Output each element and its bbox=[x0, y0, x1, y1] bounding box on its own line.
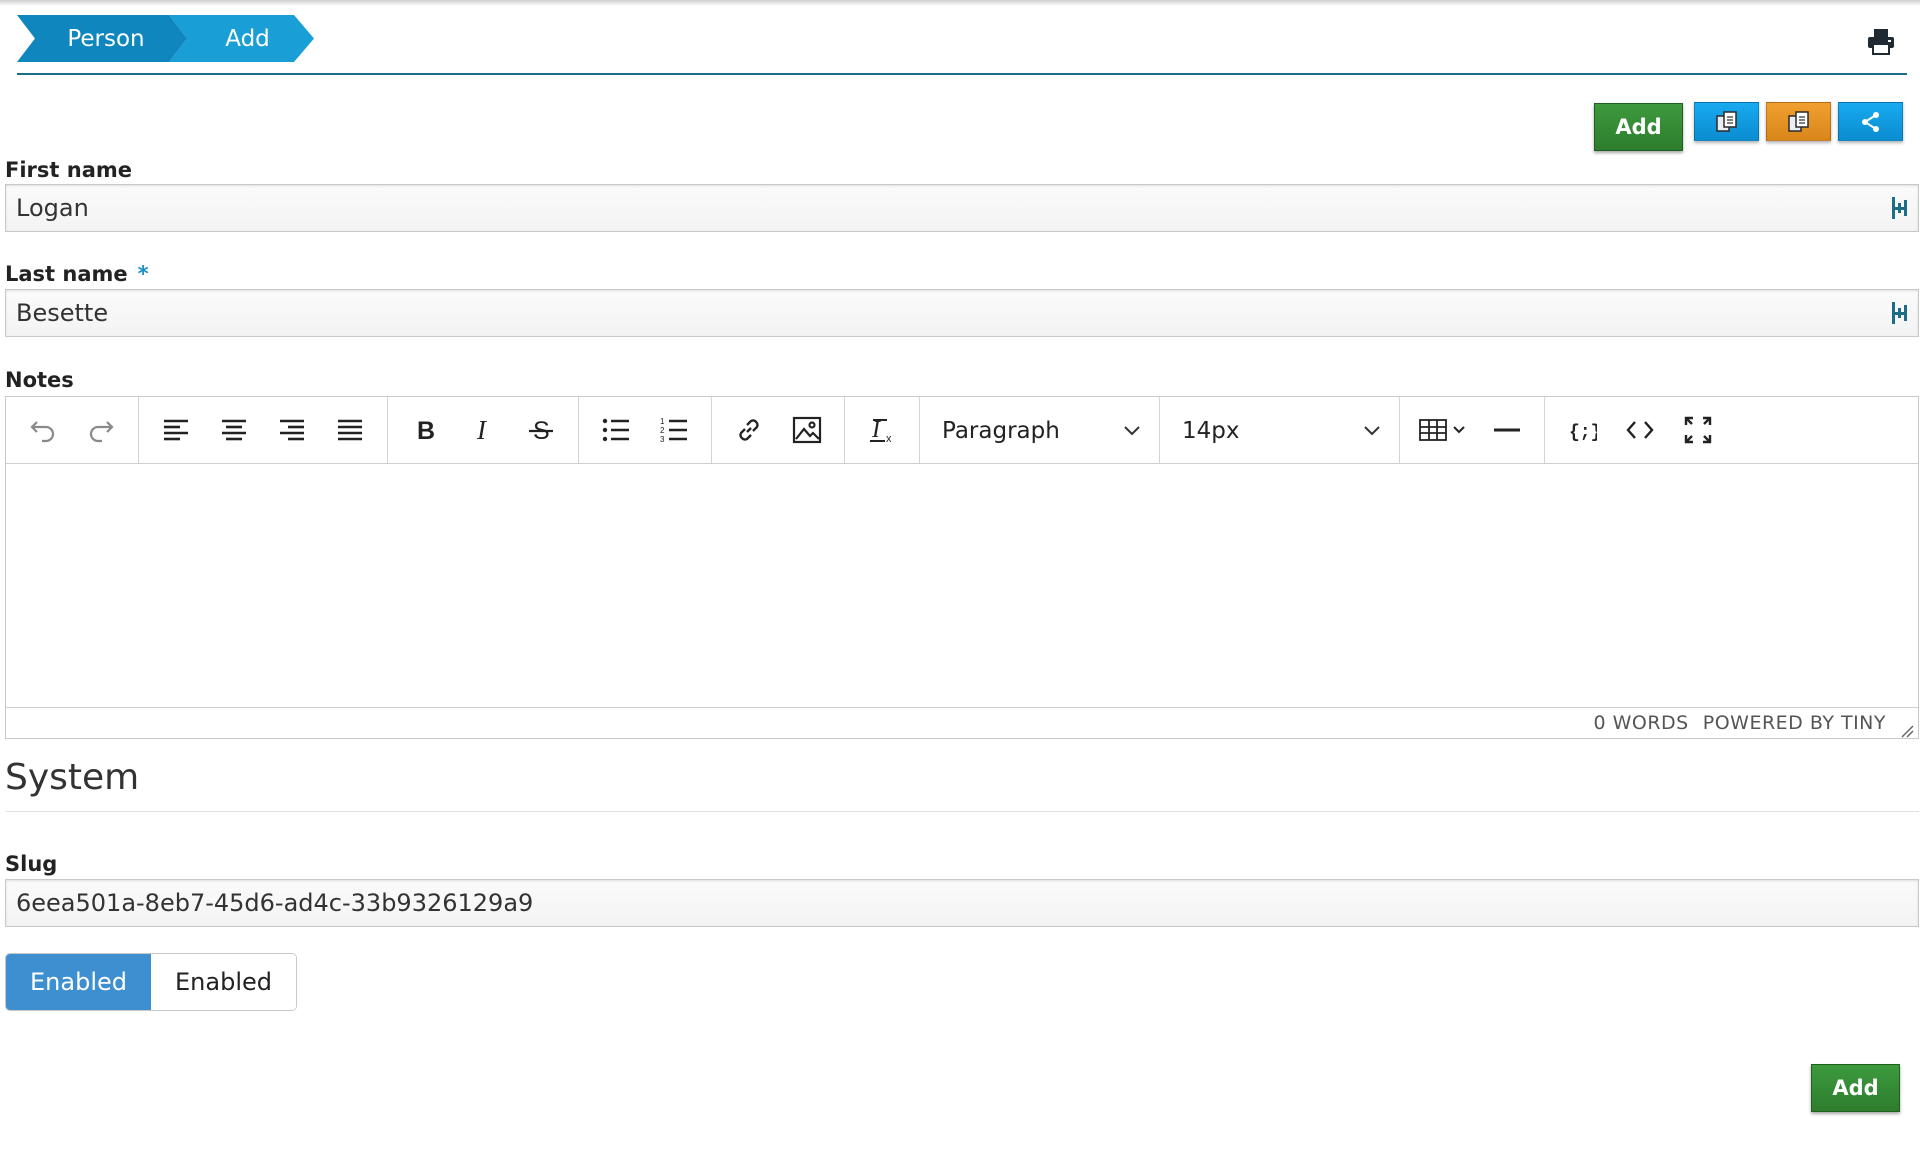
toggle-off-option[interactable]: Enabled bbox=[151, 954, 296, 1010]
table-icon[interactable] bbox=[1408, 405, 1478, 455]
print-icon[interactable] bbox=[1866, 28, 1896, 56]
align-justify-icon[interactable] bbox=[321, 405, 379, 455]
notes-editor: B I S 123 Ix Paragraph 14px {; 0 WORDS P… bbox=[5, 396, 1919, 739]
block-format-value: Paragraph bbox=[942, 417, 1060, 444]
top-shadow bbox=[0, 0, 1920, 6]
svg-text:x: x bbox=[886, 433, 892, 445]
header-divider bbox=[17, 73, 1907, 75]
bullet-list-icon[interactable] bbox=[587, 405, 645, 455]
add-button-bottom[interactable]: Add bbox=[1811, 1064, 1900, 1112]
undo-icon[interactable] bbox=[14, 405, 72, 455]
block-format-select[interactable]: Paragraph bbox=[920, 397, 1160, 464]
copy-button-orange[interactable] bbox=[1766, 102, 1831, 141]
first-name-label: First name bbox=[5, 158, 132, 182]
system-section-title: System bbox=[5, 757, 140, 798]
strikethrough-icon[interactable]: S bbox=[512, 405, 570, 455]
align-right-icon[interactable] bbox=[263, 405, 321, 455]
required-mark: * bbox=[137, 262, 149, 286]
breadcrumb-add[interactable]: Add bbox=[169, 15, 314, 62]
resize-handle-icon[interactable] bbox=[1900, 721, 1914, 738]
word-count[interactable]: 0 WORDS bbox=[1593, 712, 1688, 734]
svg-text:1: 1 bbox=[660, 417, 665, 426]
redo-icon[interactable] bbox=[72, 405, 130, 455]
slug-label: Slug bbox=[5, 852, 58, 876]
svg-text:{;}: {;} bbox=[1569, 423, 1597, 443]
first-name-field[interactable]: Logan bbox=[5, 184, 1919, 232]
slug-field[interactable]: 6eea501a-8eb7-45d6-ad4c-33b9326129a9 bbox=[5, 879, 1919, 927]
clipboard-paste-icon bbox=[1787, 110, 1809, 132]
add-button-top[interactable]: Add bbox=[1594, 103, 1683, 151]
last-name-label: Last name * bbox=[5, 262, 149, 286]
last-name-label-text: Last name bbox=[5, 262, 128, 286]
copy-button-blue[interactable] bbox=[1694, 102, 1759, 141]
last-name-value: Besette bbox=[16, 299, 109, 327]
align-left-icon[interactable] bbox=[147, 405, 205, 455]
first-name-value: Logan bbox=[16, 194, 89, 222]
system-divider bbox=[5, 811, 1919, 812]
svg-text:2: 2 bbox=[660, 426, 665, 435]
italic-icon[interactable]: I bbox=[454, 405, 512, 455]
powered-by-link[interactable]: POWERED BY TINY bbox=[1703, 712, 1886, 734]
chevron-down-icon bbox=[1124, 425, 1140, 435]
share-icon bbox=[1861, 111, 1879, 132]
input-helper-icon[interactable] bbox=[1882, 298, 1918, 328]
editor-statusbar: 0 WORDS POWERED BY TINY bbox=[6, 707, 1918, 738]
notes-edit-area[interactable] bbox=[6, 464, 1918, 708]
breadcrumb: Person Add bbox=[17, 15, 317, 62]
bold-icon[interactable]: B bbox=[396, 405, 454, 455]
breadcrumb-person[interactable]: Person bbox=[17, 15, 187, 62]
svg-text:3: 3 bbox=[660, 435, 665, 444]
svg-text:I: I bbox=[476, 416, 488, 444]
editor-toolbar: B I S 123 Ix Paragraph 14px {; bbox=[6, 397, 1918, 464]
clipboard-copy-icon bbox=[1715, 110, 1737, 132]
notes-label: Notes bbox=[5, 368, 74, 392]
enabled-toggle[interactable]: Enabled Enabled bbox=[5, 953, 297, 1011]
image-icon[interactable] bbox=[778, 405, 836, 455]
toggle-on-option[interactable]: Enabled bbox=[6, 954, 151, 1010]
input-helper-icon[interactable] bbox=[1882, 193, 1918, 223]
slug-value: 6eea501a-8eb7-45d6-ad4c-33b9326129a9 bbox=[16, 889, 534, 917]
link-icon[interactable] bbox=[720, 405, 778, 455]
font-size-value: 14px bbox=[1182, 417, 1240, 444]
numbered-list-icon[interactable]: 123 bbox=[645, 405, 703, 455]
fullscreen-icon[interactable] bbox=[1669, 405, 1727, 455]
svg-text:B: B bbox=[417, 417, 435, 444]
font-size-select[interactable]: 14px bbox=[1160, 397, 1400, 464]
clear-formatting-icon[interactable]: Ix bbox=[853, 405, 911, 455]
align-center-icon[interactable] bbox=[205, 405, 263, 455]
share-button[interactable] bbox=[1838, 102, 1903, 141]
template-code-icon[interactable]: {;} bbox=[1553, 405, 1611, 455]
last-name-field[interactable]: Besette bbox=[5, 289, 1919, 337]
chevron-down-icon bbox=[1364, 425, 1380, 435]
source-code-icon[interactable] bbox=[1611, 405, 1669, 455]
horizontal-line-icon[interactable] bbox=[1478, 405, 1536, 455]
